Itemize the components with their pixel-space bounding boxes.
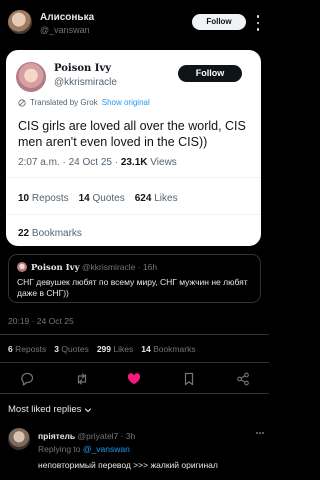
card-quotes-count: 14 bbox=[78, 193, 90, 204]
author-avatar[interactable] bbox=[8, 10, 32, 34]
reply-author: прiятель @priyatel7 · 3h bbox=[38, 431, 135, 441]
card-views-label: Views bbox=[147, 157, 177, 168]
bookmark-icon[interactable] bbox=[182, 372, 196, 386]
quotes-stat[interactable]: 3 Quotes bbox=[54, 344, 89, 354]
card-stats: 10 Reposts 14 Quotes 624 Likes bbox=[18, 193, 178, 204]
reply-author-avatar[interactable] bbox=[8, 428, 30, 450]
card-likes-label: Likes bbox=[154, 193, 178, 204]
translated-by-label: Translated by Grok bbox=[30, 98, 98, 107]
card-reposts-count: 10 bbox=[18, 193, 30, 204]
card-quotes-label: Quotes bbox=[92, 193, 125, 204]
card-likes-count: 624 bbox=[134, 193, 152, 204]
reposts-label: Reposts bbox=[15, 344, 47, 354]
bookmarks-stat[interactable]: 14 Bookmarks bbox=[141, 344, 195, 354]
reply-text: неповторимый перевод >>> жалкий оригинал bbox=[38, 460, 218, 470]
quoted-author-avatar bbox=[17, 262, 27, 272]
card-bookmarks-label: Bookmarks bbox=[31, 228, 82, 239]
likes-stat[interactable]: 299 Likes bbox=[97, 344, 133, 354]
card-timestamp: 2:07 a.m. · 24 Oct 25 · 23.1K Views bbox=[18, 157, 177, 168]
divider bbox=[0, 334, 269, 335]
reply-handle-time: @priyatel7 · 3h bbox=[75, 431, 136, 441]
show-original-link: Show original bbox=[101, 98, 150, 107]
replying-to-label: Replying to bbox=[38, 444, 83, 454]
post-stats: 6 Reposts 3 Quotes 299 Likes 14 Bookmark… bbox=[8, 344, 196, 354]
reply-more-icon[interactable] bbox=[256, 432, 264, 435]
quoted-author-name: Poison Ivy bbox=[31, 263, 80, 273]
quoted-handle-time: @kkrismiracle · 16h bbox=[79, 262, 158, 272]
card-reposts-label: Reposts bbox=[31, 193, 69, 204]
like-icon[interactable] bbox=[127, 372, 141, 386]
author-handle[interactable]: @_vanswan bbox=[40, 25, 90, 35]
embedded-tweet-card[interactable]: Poison Ivy @kkrismiracle Follow Translat… bbox=[6, 50, 261, 246]
reply-sort-label: Most liked replies bbox=[8, 404, 82, 415]
quoted-tweet[interactable]: Poison Ivy @kkrismiracle · 16h СНГ девуш… bbox=[8, 254, 261, 303]
likes-label: Likes bbox=[113, 344, 134, 354]
reposts-stat[interactable]: 6 Reposts bbox=[8, 344, 46, 354]
action-bar bbox=[0, 368, 269, 390]
translation-notice: Translated by Grok Show original bbox=[18, 98, 150, 107]
quotes-count: 3 bbox=[54, 344, 60, 354]
reposts-count: 6 bbox=[8, 344, 13, 354]
reply-icon[interactable] bbox=[20, 372, 34, 386]
grok-icon bbox=[18, 98, 26, 107]
chevron-down-icon bbox=[85, 407, 92, 412]
divider bbox=[0, 393, 269, 394]
card-time: 2:07 a.m. · 24 Oct 25 · bbox=[18, 157, 121, 168]
reply-author-name[interactable]: прiятель bbox=[38, 431, 75, 441]
replying-to: Replying to @_vanswan bbox=[38, 444, 130, 454]
post-timestamp[interactable]: 20:19 · 24 Oct 25 bbox=[8, 316, 74, 326]
divider bbox=[0, 362, 269, 363]
likes-count: 299 bbox=[96, 344, 111, 354]
quoted-text: СНГ девушек любят по всему миру, СНГ муж… bbox=[17, 277, 248, 298]
more-options-icon[interactable] bbox=[253, 13, 263, 33]
bookmarks-count: 14 bbox=[141, 344, 151, 354]
share-icon[interactable] bbox=[236, 372, 250, 386]
divider bbox=[6, 177, 261, 178]
card-bookmarks: 22 Bookmarks bbox=[18, 228, 82, 239]
card-author-name: Poison Ivy bbox=[54, 63, 112, 74]
reply-sort-dropdown[interactable]: Most liked replies bbox=[8, 404, 92, 415]
divider bbox=[6, 214, 261, 215]
post-header: Алисонька @_vanswan Follow bbox=[0, 0, 269, 46]
quoted-author: Poison Ivy @kkrismiracle · 16h bbox=[31, 262, 157, 273]
repost-icon[interactable] bbox=[75, 372, 89, 386]
card-tweet-text: CIS girls are loved all over the world, … bbox=[18, 119, 246, 149]
bookmarks-label: Bookmarks bbox=[153, 344, 196, 354]
card-follow-button: Follow bbox=[178, 65, 242, 82]
card-author-handle: @kkrismiracle bbox=[54, 77, 117, 88]
card-bookmarks-count: 22 bbox=[18, 228, 30, 239]
replying-to-mention[interactable]: @_vanswan bbox=[83, 444, 130, 454]
quotes-label: Quotes bbox=[61, 344, 89, 354]
follow-button[interactable]: Follow bbox=[192, 14, 246, 30]
author-name[interactable]: Алисонька bbox=[40, 12, 94, 23]
card-views-count: 23.1K bbox=[120, 157, 148, 168]
card-author-avatar bbox=[16, 62, 46, 92]
